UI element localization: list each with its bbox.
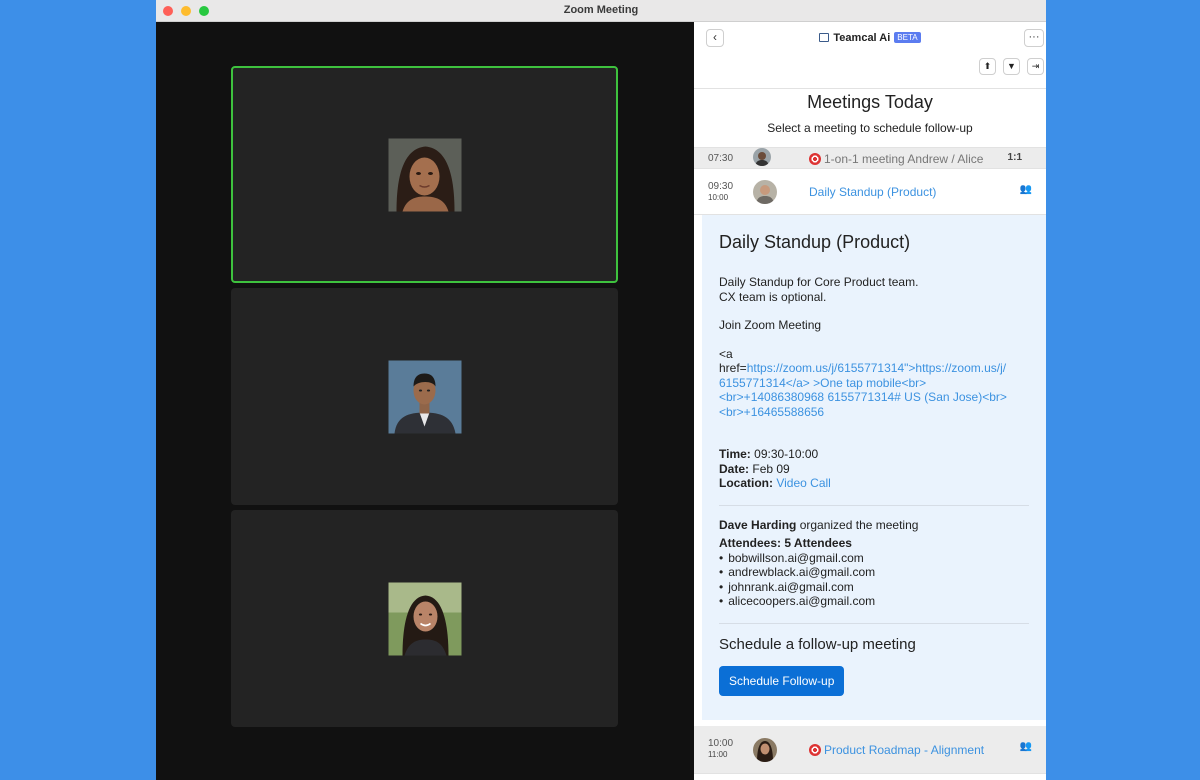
detail-date: Date: Feb 09: [719, 461, 790, 476]
one-on-one-badge: 1:1: [1007, 152, 1022, 163]
meeting-time: 10:00 11:00: [708, 738, 734, 759]
window-title: Zoom Meeting: [563, 4, 639, 16]
meeting-time: 07:30: [708, 153, 734, 164]
detail-desc-1: Daily Standup for Core Product team.: [719, 275, 919, 289]
panel-header: ‹ Teamcal Ai BETA ··· ⬆ ▼ ⇥: [694, 22, 1046, 89]
detail-time: Time: 09:30-10:00: [719, 447, 819, 461]
calendar-icon: [819, 33, 830, 42]
filter-icon[interactable]: ▼: [1003, 58, 1020, 75]
zoom-link-line-4[interactable]: <br>+16465588656: [719, 405, 1029, 420]
target-icon: [809, 744, 821, 756]
meeting-title: Product Roadmap - Alignment: [809, 743, 984, 757]
zoom-window: Zoom Meeting ‹ Teamcal Ai BETA ··· ⬆ ▼ ⇥…: [156, 0, 1046, 780]
participant-photo-man: [388, 360, 461, 433]
href-open: <a: [719, 346, 733, 361]
meeting-detail: Daily Standup (Product) Daily Standup fo…: [702, 215, 1046, 720]
meeting-row-standup[interactable]: 09:30 10:00 Daily Standup (Product) 👥: [694, 169, 1046, 215]
avatar: [753, 148, 771, 166]
collapse-panel-icon[interactable]: ⇥: [1027, 58, 1044, 75]
attendee-item: andrewblack.ai@gmail.com: [719, 565, 1029, 580]
meeting-row-1on1[interactable]: 07:30 1-on-1 meeting Andrew / Alice 1:1: [694, 147, 1046, 169]
attendee-list: bobwillson.ai@gmail.com andrewblack.ai@g…: [719, 551, 1029, 609]
attendee-item: alicecoopers.ai@gmail.com: [719, 594, 1029, 609]
panel-toolbar: ⬆ ▼ ⇥: [979, 58, 1044, 75]
participant-photo-woman: [388, 138, 461, 211]
target-icon: [809, 153, 821, 165]
attendee-item: bobwillson.ai@gmail.com: [719, 551, 1029, 566]
meetings-heading: Meetings Today: [807, 92, 933, 112]
organizer-line: Dave Harding organized the meeting: [719, 517, 919, 532]
avatar: [753, 180, 777, 204]
meeting-title: 1-on-1 meeting Andrew / Alice: [809, 152, 983, 166]
detail-title: Daily Standup (Product): [719, 232, 911, 252]
join-text: Join Zoom Meeting: [719, 318, 822, 332]
brand-name: Teamcal Ai: [833, 32, 891, 44]
beta-badge: BETA: [894, 32, 921, 43]
video-tile-2[interactable]: [231, 288, 618, 505]
brand: Teamcal Ai BETA: [694, 32, 1046, 44]
attendees-label: Attendees: 5 Attendees: [719, 536, 852, 550]
detail-location: Location: Video Call: [719, 476, 831, 490]
zoom-link-line-1[interactable]: href=https://zoom.us/j/6155771314">https…: [719, 361, 1029, 376]
schedule-follow-up-button[interactable]: Schedule Follow-up: [719, 665, 845, 696]
divider: [719, 622, 1029, 624]
location-link[interactable]: Video Call: [776, 476, 830, 490]
video-tile-3[interactable]: [231, 510, 618, 727]
avatar: [753, 738, 777, 762]
more-options-button[interactable]: ···: [1024, 29, 1044, 47]
zoom-link-line-2[interactable]: 6155771314</a> >One tap mobile<br>: [719, 376, 1029, 391]
upload-icon[interactable]: ⬆: [979, 58, 996, 75]
attendee-item: johnrank.ai@gmail.com: [719, 580, 1029, 595]
video-gallery: [156, 22, 694, 780]
zoom-link-line-3[interactable]: <br>+14086380968 6155771314# US (San Jos…: [719, 390, 1029, 405]
detail-desc-2: CX team is optional.: [719, 289, 827, 304]
meetings-subheading: Select a meeting to schedule follow-up: [767, 121, 973, 135]
participant-photo-woman-smiling: [388, 582, 461, 655]
schedule-title: Schedule a follow-up meeting: [719, 635, 916, 653]
video-tile-1[interactable]: [231, 66, 618, 283]
teamcal-panel: ‹ Teamcal Ai BETA ··· ⬆ ▼ ⇥ Meetings Toda…: [694, 22, 1046, 780]
divider: [719, 504, 1029, 506]
meeting-row-roadmap[interactable]: 10:00 11:00 Product Roadmap - Alignment 👥: [694, 726, 1046, 774]
meeting-title: Daily Standup (Product): [809, 185, 937, 199]
meeting-time: 09:30 10:00: [708, 181, 734, 202]
group-icon: 👥: [1019, 741, 1032, 752]
group-icon: 👥: [1019, 184, 1032, 195]
title-bar: Zoom Meeting: [156, 0, 1046, 22]
